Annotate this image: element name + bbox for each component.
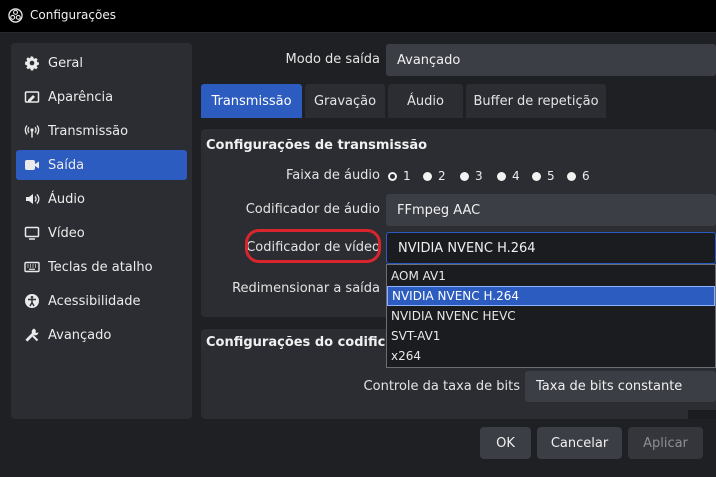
cancel-button[interactable]: Cancelar xyxy=(537,427,622,459)
ok-button[interactable]: OK xyxy=(480,427,531,459)
sidebar-item-label: Saída xyxy=(48,157,85,173)
audio-encoder-label: Codificador de áudio xyxy=(245,202,380,217)
output-icon xyxy=(23,156,41,174)
stream-settings-title: Configurações de transmissão xyxy=(206,138,428,153)
radio-icon xyxy=(460,171,469,181)
dropdown-option-selected[interactable]: NVIDIA NVENC H.264 xyxy=(387,286,715,306)
broadcast-icon xyxy=(23,122,41,140)
encoder-settings-title: Configurações do codificado xyxy=(206,335,413,350)
radio-checked-icon xyxy=(388,171,397,181)
video-encoder-dropdown-list: AOM AV1 NVIDIA NVENC H.264 NVIDIA NVENC … xyxy=(386,264,716,368)
sidebar-item-label: Geral xyxy=(48,55,83,71)
radio-icon xyxy=(532,171,541,181)
audio-encoder-select[interactable]: FFmpeg AAC xyxy=(386,194,716,226)
sidebar-item-stream[interactable]: Transmissão xyxy=(16,116,187,146)
dropdown-option[interactable]: x264 xyxy=(387,346,715,366)
dropdown-option[interactable]: SVT-AV1 xyxy=(387,326,715,346)
scrollbar[interactable] xyxy=(688,410,716,419)
appearance-icon xyxy=(23,88,41,106)
red-highlight-annotation xyxy=(245,229,381,263)
audio-track-radio-3[interactable]: 3 xyxy=(460,169,483,183)
apply-button[interactable]: Aplicar xyxy=(628,427,703,459)
sidebar-item-label: Áudio xyxy=(48,191,85,207)
dropdown-option[interactable]: NVIDIA NVENC HEVC xyxy=(387,306,715,326)
keyboard-icon xyxy=(23,258,41,276)
rate-control-label: Controle da taxa de bits xyxy=(363,379,520,394)
output-mode-label: Modo de saída xyxy=(285,52,380,67)
sidebar-item-accessibility[interactable]: Acessibilidade xyxy=(16,286,187,316)
rate-control-select[interactable]: Taxa de bits constante xyxy=(525,371,716,402)
sidebar-item-output[interactable]: Saída xyxy=(16,150,187,180)
obs-logo-icon xyxy=(8,8,23,27)
rescale-output-label: Redimensionar a saída xyxy=(232,281,380,296)
radio-icon xyxy=(497,171,506,181)
settings-sidebar: Geral Aparência Transmissão Saída Áudio … xyxy=(11,43,192,419)
radio-icon xyxy=(567,171,576,181)
audio-track-radio-1[interactable]: 1 xyxy=(388,169,411,183)
sidebar-item-label: Aparência xyxy=(48,89,114,105)
sidebar-item-appearance[interactable]: Aparência xyxy=(16,82,187,112)
tab-replay-buffer[interactable]: Buffer de repetição xyxy=(466,84,606,118)
sidebar-item-general[interactable]: Geral xyxy=(16,48,187,78)
audio-track-label: Faixa de áudio xyxy=(285,168,380,183)
window-title: Configurações xyxy=(30,8,116,22)
radio-icon xyxy=(423,171,432,181)
sidebar-item-label: Teclas de atalho xyxy=(48,259,153,275)
sidebar-item-label: Transmissão xyxy=(48,123,129,139)
sidebar-item-label: Vídeo xyxy=(48,225,85,241)
gear-icon xyxy=(23,54,41,72)
speaker-icon xyxy=(23,190,41,208)
audio-track-radio-6[interactable]: 6 xyxy=(567,169,590,183)
monitor-icon xyxy=(23,224,41,242)
tools-icon xyxy=(23,326,41,344)
sidebar-item-hotkeys[interactable]: Teclas de atalho xyxy=(16,252,187,282)
tab-stream[interactable]: Transmissão xyxy=(201,84,302,118)
sidebar-item-advanced[interactable]: Avançado xyxy=(16,320,187,350)
audio-track-radio-5[interactable]: 5 xyxy=(532,169,555,183)
sidebar-item-audio[interactable]: Áudio xyxy=(16,184,187,214)
dropdown-option[interactable]: AOM AV1 xyxy=(387,266,715,286)
tab-recording[interactable]: Gravação xyxy=(305,84,385,118)
sidebar-item-label: Avançado xyxy=(48,327,112,343)
output-mode-select[interactable]: Avançado xyxy=(386,44,716,76)
accessibility-icon xyxy=(23,292,41,310)
audio-track-radio-2[interactable]: 2 xyxy=(423,169,446,183)
sidebar-item-video[interactable]: Vídeo xyxy=(16,218,187,248)
title-bar: Configurações xyxy=(0,0,716,33)
sidebar-item-label: Acessibilidade xyxy=(48,293,141,309)
audio-track-radio-4[interactable]: 4 xyxy=(497,169,520,183)
tab-audio[interactable]: Áudio xyxy=(388,84,463,118)
video-encoder-select[interactable]: NVIDIA NVENC H.264 xyxy=(386,232,716,264)
